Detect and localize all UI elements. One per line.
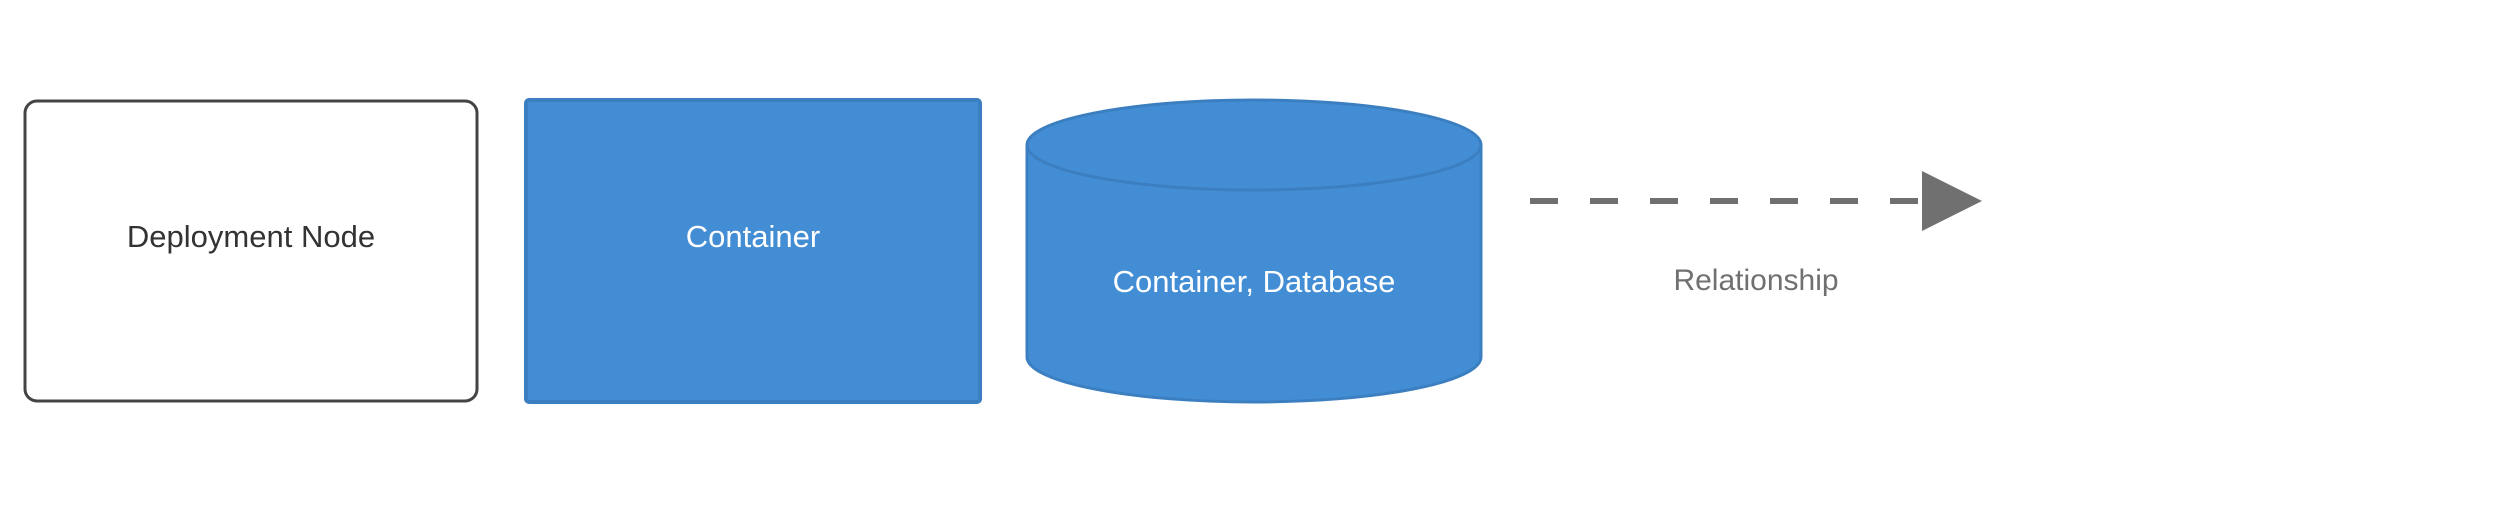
- deployment-node-label: Deployment Node: [127, 219, 375, 254]
- container-database-label: Container, Database: [1113, 264, 1396, 299]
- container-label: Container: [686, 219, 820, 254]
- relationship-element[interactable]: Relationship: [1530, 171, 1982, 297]
- deployment-node-element[interactable]: Deployment Node: [23, 99, 479, 403]
- legend-svg: Deployment Node Container Container, Dat…: [23, 98, 1982, 404]
- container-database-element[interactable]: Container, Database: [1025, 98, 1483, 404]
- diagram-legend: Deployment Node Container Container, Dat…: [0, 0, 2500, 500]
- relationship-arrowhead: [1922, 171, 1982, 231]
- relationship-label: Relationship: [1673, 264, 1838, 297]
- container-element[interactable]: Container: [524, 98, 982, 404]
- database-cylinder-top: [1025, 98, 1483, 192]
